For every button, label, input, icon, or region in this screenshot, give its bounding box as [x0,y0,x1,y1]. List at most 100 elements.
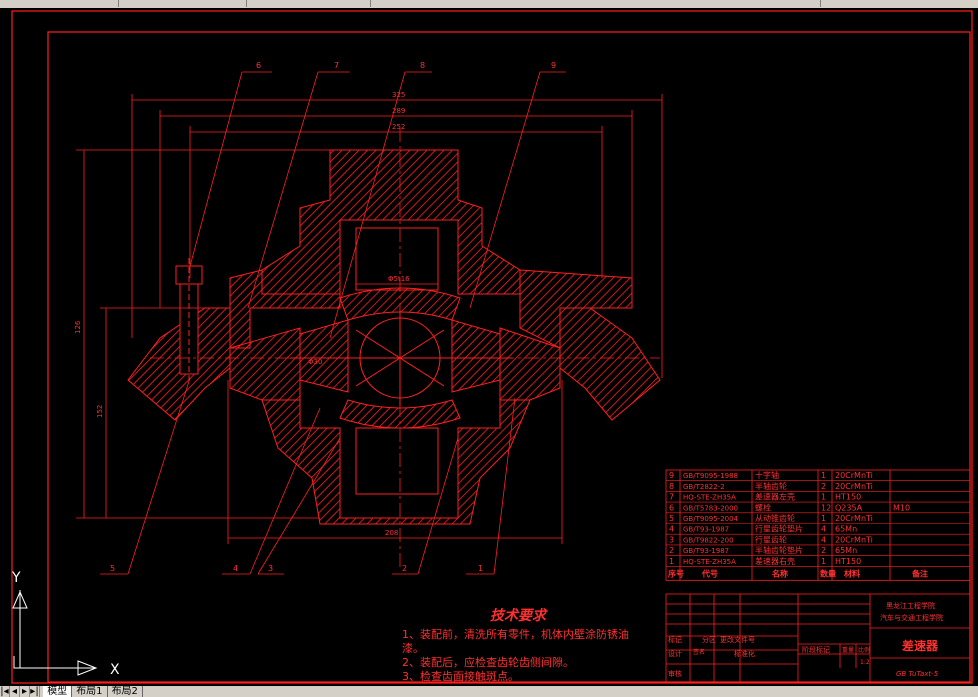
bom-cell: GB/T5783-2000 [683,504,738,512]
bom-cell: 行星齿轮垫片 [755,524,803,534]
bom-cell: 2 [821,546,826,555]
scale-value: 1:2 [860,659,870,666]
dim-phi5t16: Φ5t16 [388,275,410,283]
bom-cell: 6 [669,503,674,512]
balloon-2: 2 [402,564,407,573]
balloon-6: 6 [256,61,261,70]
bom-cell: 十字轴 [755,470,779,480]
bom-cell: 65Mn [835,546,857,555]
tab-layout-2[interactable]: 布局2 [108,686,143,697]
label-sign: 签名 [693,648,705,656]
bom-cell: 4 [821,535,826,544]
bom-cell: 8 [669,482,674,491]
bom-cell: Q235A [835,503,863,512]
bom-cell: 半轴齿轮垫片 [755,545,803,555]
bom-cell: 1 [821,557,826,566]
label-audit: 审核 [668,669,682,678]
bom-cell: GB/T9822-200 [683,536,734,544]
bom-cell: 差速器左壳 [755,492,795,502]
tech-req-line-2: 漆。 [402,642,424,655]
tab-model[interactable]: 模型 [43,686,73,697]
bom-cell: HQ-STE-ZH35A [683,558,736,566]
tab-next-icon[interactable]: ▸ [20,686,30,697]
bom-cell: 行星齿轮 [755,534,787,544]
bom-cell: 1 [821,493,826,502]
bom-cell: 4 [669,525,674,534]
toolbar-segment[interactable] [370,0,821,7]
bom-cell: 从动锥齿轮 [755,513,795,523]
tab-last-icon[interactable]: ▸| [30,686,40,697]
ucs-x-label: X [110,662,120,678]
tech-req-line-4: 3、检查齿面接触斑点。 [402,669,519,683]
bom-cell: HT150 [835,557,861,566]
balloon-4: 4 [233,564,238,573]
balloon-5: 5 [110,564,115,573]
bom-cell: 1 [821,471,826,480]
bom-cell: 1 [669,557,674,566]
layout-tab-bar: |◂ ◂ ▸ ▸| 模型 布局1 布局2 [0,686,978,697]
bom-cell: 20CrMnTi [835,514,873,523]
bom-cell: 20CrMnTi [835,471,873,480]
title-block-texts: 黑龙江工程学院 汽车与交通工程学院 差速器 GB TuTaxt-5 标记 分区 … [668,601,943,678]
bom-cell: 9 [669,471,674,480]
bom-header-cell: 名称 [772,568,788,578]
label-weight: 重量 [842,646,854,654]
toolbar-segment[interactable] [0,0,119,7]
dim-208: 208 [385,529,398,537]
bom-cell: GB/T9095-1988 [683,472,738,480]
toolbar-strip [0,0,978,8]
tech-requirements: 技术要求 1、装配前，清洗所有零件，机体内壁涂防锈油 漆。 2、装配后，应检查齿… [402,607,629,683]
dim-phi30: Φ30 [308,358,322,366]
toolbar-segment[interactable] [118,0,247,7]
bom-cell: GB/T93-1987 [683,547,729,555]
bom-header-cell: 序号 [668,568,684,578]
drawing-title: 差速器 [901,638,939,653]
bom-cell: HT150 [835,493,861,502]
bom-cell: 螺栓 [755,502,771,512]
bom-cell: 3 [669,535,674,544]
label-stage: 阶段标记 [802,645,830,654]
label-standard: 标准化 [734,649,755,658]
balloon-7: 7 [334,61,339,70]
dim-126: 126 [74,320,82,334]
bom-cell: 2 [821,482,826,491]
label-zones: 分区 [702,635,716,644]
drawing-canvas[interactable]: 325 289 252 208 Φ5t16 Φ30 126 152 6 7 8 … [0,8,978,686]
balloon-9: 9 [551,61,556,70]
bom-cell: GB/T2822-2 [683,483,725,491]
label-scale: 比例 [858,646,870,654]
school-line-2: 汽车与交通工程学院 [880,613,943,622]
balloon-1: 1 [478,564,483,573]
bom-cell: GB/T9095-2004 [683,515,739,523]
balloon-3: 3 [268,564,273,573]
ucs-icon [12,590,98,676]
bom-header-cell: 代号 [701,568,718,578]
dim-252: 252 [392,123,405,131]
bom-table: 9 GB/T9095-1988 十字轴 1 20CrMnTi 8 GB/T2822-2 半轴齿… [665,469,971,581]
tech-req-line-1: 1、装配前，清洗所有零件，机体内壁涂防锈油 [402,627,629,641]
tab-layout-1[interactable]: 布局1 [72,686,108,697]
drawing-number: GB TuTaxt-5 [896,670,939,678]
bom-cell: HQ-STE-ZH35A [683,494,736,502]
label-design: 设计 [668,649,682,658]
tech-req-line-3: 2、装配后，应检查齿轮齿侧间隙。 [402,655,574,669]
tab-prev-icon[interactable]: ◂ [10,686,20,697]
tech-req-title: 技术要求 [490,607,548,624]
label-mark: 标记 [668,635,682,644]
bom-cell: 4 [821,525,826,534]
dim-152: 152 [96,405,104,418]
bom-header-cell: 备注 [911,568,928,578]
bom-cell: 20CrMnTi [835,535,873,544]
label-docno: 更改文件号 [720,635,755,644]
bom-header-cell: 数量 [820,568,836,578]
school-line-1: 黑龙江工程学院 [886,601,935,610]
tab-first-icon[interactable]: |◂ [0,686,10,697]
bom-cell: M10 [893,503,910,512]
toolbar-segment[interactable] [246,0,371,7]
bom-cell: 65Mn [835,525,857,534]
bom-cell: 1 [821,514,826,523]
bom-cell: 半轴齿轮 [755,481,787,491]
bom-cell: GB/T93-1987 [683,526,729,534]
bom-header-cell: 材料 [844,568,860,578]
bom-cell: 12 [821,503,831,512]
